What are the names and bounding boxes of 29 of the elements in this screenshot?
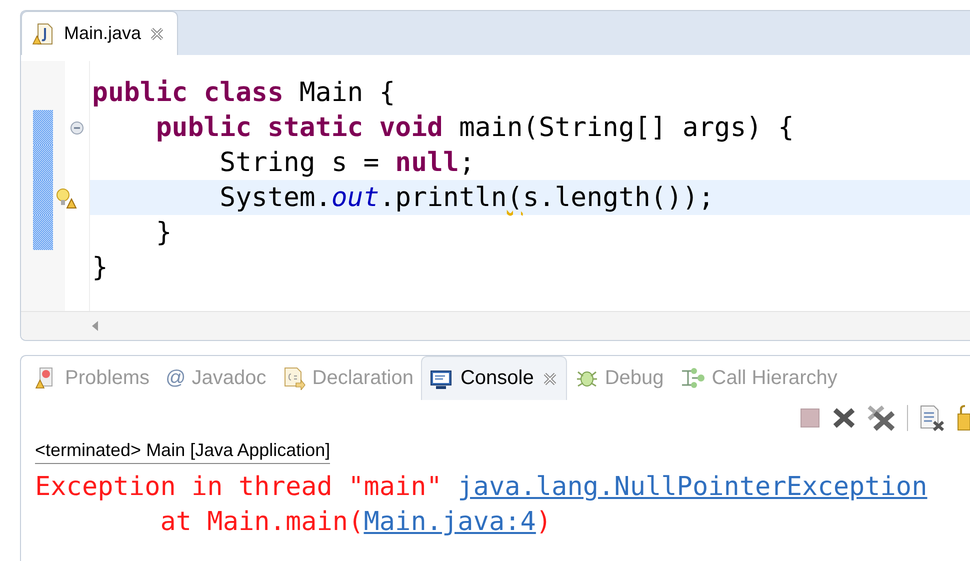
code-line: } xyxy=(91,251,109,285)
close-icon[interactable] xyxy=(149,26,166,42)
editor-tab[interactable]: Main.java xyxy=(21,11,178,55)
code-line: public class Main { xyxy=(91,76,396,110)
lock-icon[interactable] xyxy=(956,404,970,432)
code-line: String s = null; xyxy=(218,146,476,180)
stop-icon[interactable] xyxy=(799,407,821,429)
panel-tab[interactable]: Declaration xyxy=(274,356,422,400)
console-line: at Main.main(Main.java:4) xyxy=(159,506,553,539)
remove-all-icon[interactable] xyxy=(867,405,897,431)
lightbulb-warning-icon[interactable] xyxy=(55,186,77,208)
panel-tab[interactable]: Problems xyxy=(27,356,158,400)
panel-tab[interactable]: @ Javadoc xyxy=(157,356,274,400)
collapse-icon[interactable] xyxy=(70,120,84,134)
at-icon: @ xyxy=(165,366,186,390)
close-icon[interactable] xyxy=(542,370,558,386)
console-status: <terminated> Main [Java Application] xyxy=(35,440,330,464)
console-line: Exception in thread "main" java.lang.NullPointerException xyxy=(35,471,928,504)
clear-console-icon[interactable] xyxy=(918,404,946,432)
code-line: public static void main(String[] args) { xyxy=(154,111,796,145)
remove-icon[interactable] xyxy=(831,406,857,430)
panel-tab[interactable]: Call Hierarchy xyxy=(672,356,846,400)
scroll-left-icon[interactable] xyxy=(91,321,99,331)
panel-tab[interactable]: Console xyxy=(421,356,567,400)
call-hierarchy-icon xyxy=(680,366,706,390)
panel-tab[interactable]: Debug xyxy=(566,356,672,400)
code-line: } xyxy=(154,216,173,250)
console-icon xyxy=(430,368,452,390)
declaration-icon xyxy=(282,366,306,390)
